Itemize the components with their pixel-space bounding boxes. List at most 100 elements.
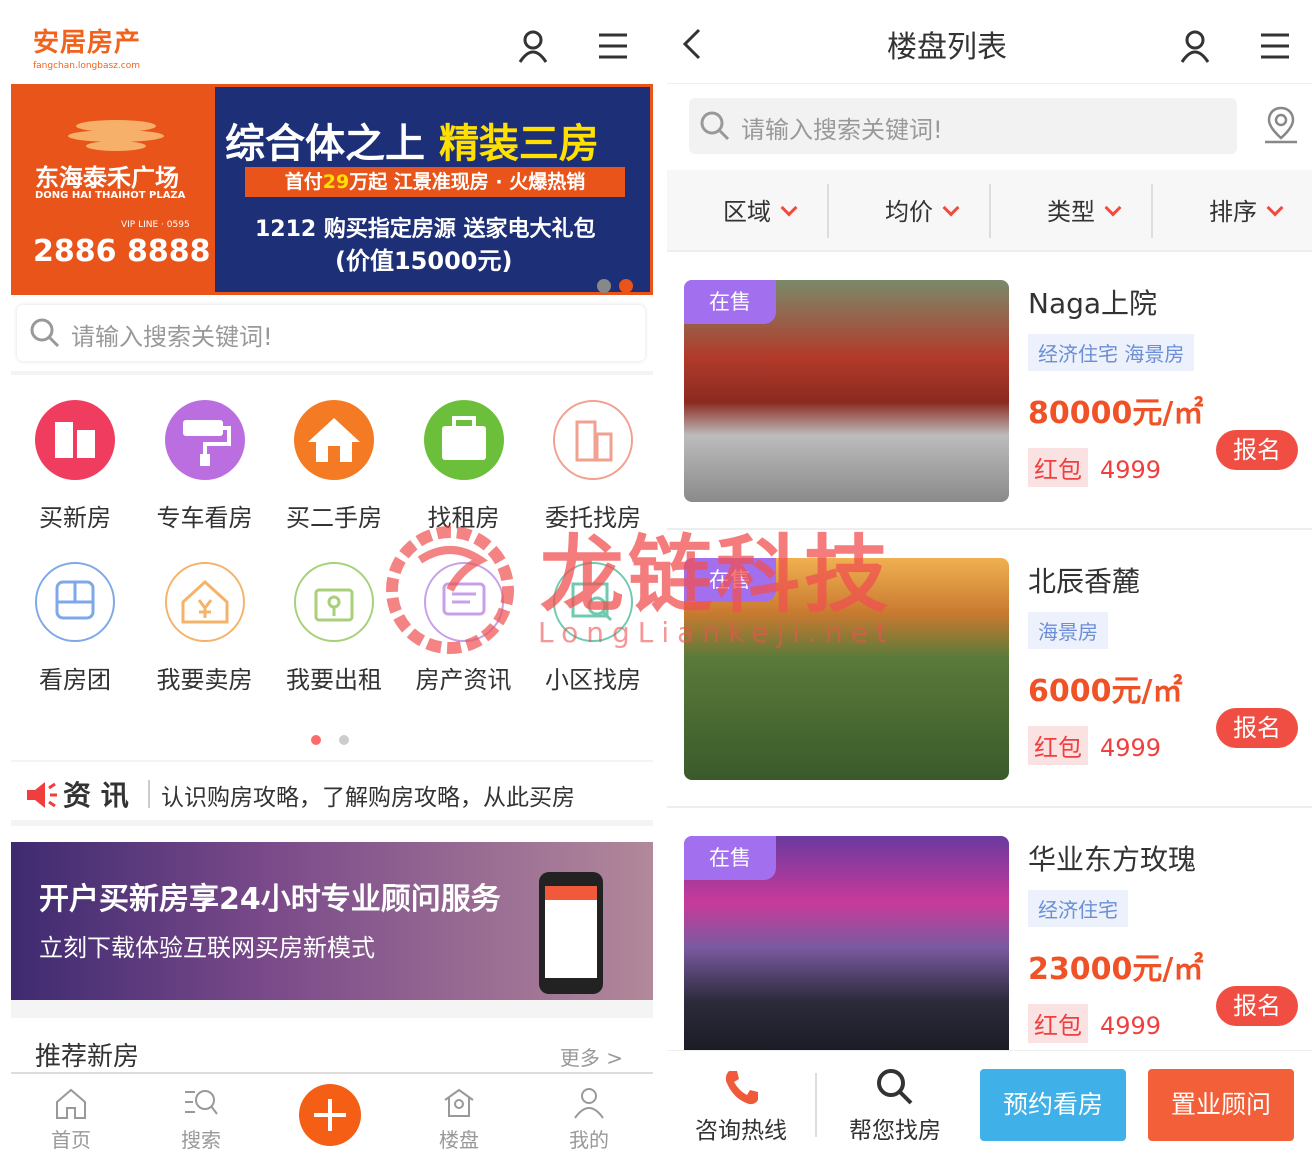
grid-item-label: 我要卖房	[156, 666, 253, 694]
listing-image[interactable]: 在售	[684, 280, 1009, 502]
chat-icon	[423, 562, 504, 642]
more-link[interactable]: 更多 >	[560, 1042, 623, 1071]
back-icon[interactable]	[681, 28, 703, 60]
add-button[interactable]	[299, 1084, 361, 1146]
listing-name[interactable]: 北辰香麓	[1028, 560, 1140, 600]
advisor-button[interactable]: 置业顾问	[1148, 1069, 1294, 1141]
book-viewing-button[interactable]: 预约看房	[980, 1069, 1126, 1141]
user-icon[interactable]	[515, 28, 551, 64]
filter-region-label: 区域	[723, 198, 771, 226]
bag-icon	[423, 400, 504, 480]
signup-button[interactable]: 报名	[1216, 708, 1298, 748]
search-list-icon	[185, 1090, 218, 1115]
hotline-button[interactable]: 咨询热线	[681, 1067, 801, 1145]
banner-brand-en: DONG HAI THAIHOT PLAZA	[35, 190, 186, 201]
promo-line2: 立刻下载体验互联网买房新模式	[39, 934, 375, 962]
listing-image[interactable]: 在售	[684, 836, 1009, 1058]
tab-mine-label: 我的	[569, 1128, 609, 1152]
phone-icon	[725, 1071, 758, 1105]
listing-name[interactable]: 华业东方玫瑰	[1028, 838, 1196, 878]
signup-button[interactable]: 报名	[1216, 430, 1298, 470]
filter-sort[interactable]: 排序	[1209, 192, 1284, 227]
logo[interactable]: 安居房产 fangchan.longbasz.com	[33, 22, 141, 71]
divider	[11, 371, 653, 375]
building-icon	[35, 400, 115, 480]
app-promo-banner[interactable]: 开户买新房享24小时专业顾问服务 立刻下载体验互联网买房新模式	[11, 842, 653, 1000]
listing-tags: 经济住宅	[1028, 890, 1136, 927]
listing-tag: 经济住宅 海景房	[1028, 334, 1195, 371]
search-icon	[30, 318, 60, 348]
grid-item-10[interactable]: 小区找房	[529, 552, 653, 695]
grid-item-1[interactable]: 买新房	[11, 390, 139, 533]
bus-icon	[35, 562, 115, 642]
search-icon	[700, 111, 730, 141]
news-divider	[148, 780, 150, 808]
grid-item-8[interactable]: 我要出租	[270, 552, 398, 695]
red-packet: 红包 4999	[1028, 448, 1161, 487]
status-badge: 在售	[684, 558, 776, 602]
grid-dot-active[interactable]	[311, 735, 321, 745]
grid-item-label: 找租房	[427, 504, 500, 532]
filter-divider	[827, 184, 829, 238]
grid-item-label: 专车看房	[156, 504, 253, 532]
tab-mine[interactable]: 我的	[549, 1086, 629, 1153]
user-icon[interactable]	[1177, 28, 1213, 64]
grid-item-6[interactable]: 看房团	[11, 552, 139, 695]
red-packet: 红包 4999	[1028, 726, 1161, 765]
divider	[11, 1000, 653, 1018]
signup-button[interactable]: 报名	[1216, 986, 1298, 1026]
grid-page-dots	[311, 730, 367, 749]
grid-dot[interactable]	[339, 735, 349, 745]
grid-item-9[interactable]: 房产资讯	[400, 552, 528, 695]
status-badge: 在售	[684, 836, 776, 880]
tab-buildings-label: 楼盘	[439, 1128, 479, 1152]
home-screen: 安居房产 fangchan.longbasz.com 东海泰禾广场 DONG H…	[11, 0, 653, 1158]
find-house-label: 帮您找房	[849, 1118, 941, 1144]
red-packet-label: 红包	[1028, 726, 1088, 765]
status-badge: 在售	[684, 280, 776, 324]
search-placeholder: 请输入搜索关键词!	[71, 323, 273, 351]
listing-tag: 经济住宅	[1028, 890, 1128, 927]
red-packet-value: 4999	[1100, 734, 1162, 762]
grid-item-2[interactable]: 专车看房	[141, 390, 269, 533]
find-house-button[interactable]: 帮您找房	[835, 1067, 955, 1145]
grid-item-3[interactable]: 买二手房	[270, 390, 398, 533]
office-icon	[553, 400, 633, 480]
menu-icon[interactable]	[1257, 28, 1293, 64]
grid-item-4[interactable]: 找租房	[400, 390, 528, 533]
banner-line2-b: 29	[322, 171, 350, 193]
grid-item-7[interactable]: 我要卖房	[141, 552, 269, 695]
tab-bar: 首页 搜索 楼盘 我的	[11, 1072, 653, 1158]
banner-dot[interactable]	[597, 279, 611, 293]
listing-image[interactable]: 在售	[684, 558, 1009, 780]
search-icon	[877, 1069, 913, 1105]
menu-icon[interactable]	[595, 28, 631, 64]
search-input[interactable]: 请输入搜索关键词!	[689, 98, 1237, 154]
header: 楼盘列表	[667, 0, 1312, 84]
filter-region[interactable]: 区域	[723, 192, 798, 227]
grid-item-label: 小区找房	[545, 666, 641, 694]
banner-brand: 东海泰禾广场	[35, 164, 179, 192]
tab-home[interactable]: 首页	[31, 1086, 111, 1153]
banner-brand-panel: 东海泰禾广场 DONG HAI THAIHOT PLAZA VIP LINE ·…	[11, 84, 215, 295]
listing-item[interactable]: 在售 北辰香麓 海景房 6000元/㎡ 红包 4999 报名	[667, 530, 1312, 808]
banner-dot-active[interactable]	[619, 279, 633, 293]
red-packet: 红包 4999	[1028, 1004, 1161, 1043]
grid-item-5[interactable]: 委托找房	[529, 390, 653, 533]
banner-carousel[interactable]: 东海泰禾广场 DONG HAI THAIHOT PLAZA VIP LINE ·…	[11, 84, 653, 295]
location-icon[interactable]	[1261, 104, 1301, 146]
filter-price[interactable]: 均价	[885, 192, 960, 227]
news-bar[interactable]: 资 讯 认识购房攻略，了解购房攻略，从此买房	[11, 760, 653, 826]
tab-buildings[interactable]: 楼盘	[419, 1086, 499, 1153]
grid-item-label: 买新房	[39, 504, 111, 532]
filter-type[interactable]: 类型	[1047, 192, 1122, 227]
news-text[interactable]: 认识购房攻略，了解购房攻略，从此买房	[161, 778, 575, 812]
speaker-icon	[27, 782, 57, 808]
listing-item[interactable]: 在售 华业东方玫瑰 经济住宅 23000元/㎡ 红包 4999 报名	[667, 808, 1312, 1086]
tab-search[interactable]: 搜索	[161, 1086, 241, 1153]
listing-item[interactable]: 在售 Naga上院 经济住宅 海景房 80000元/㎡ 红包 4999 报名	[667, 252, 1312, 530]
search-input[interactable]: 请输入搜索关键词!	[17, 305, 645, 361]
banner-vip: VIP LINE · 0595	[121, 220, 190, 230]
listing-name[interactable]: Naga上院	[1028, 282, 1157, 322]
building-outline-icon	[444, 1088, 474, 1117]
